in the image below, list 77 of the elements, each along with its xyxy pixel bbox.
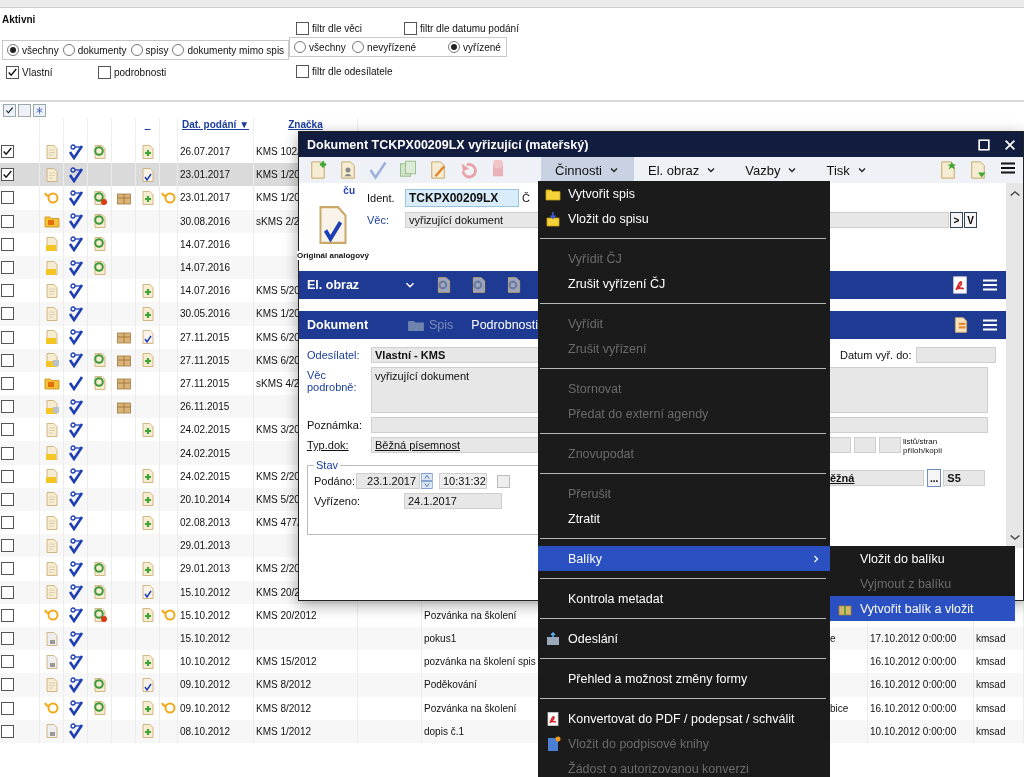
table-cell-text: pozvánka na školení spis [423, 656, 536, 668]
checkbox-label: filtr dle datumu podání [420, 23, 519, 34]
table-cell-text: 29.01.2013 [179, 563, 231, 575]
table-cell-text: KMS 15/2012 [255, 656, 317, 668]
field-label: Věc: [367, 214, 390, 226]
table-cell-text: 27.11.2015 [179, 377, 230, 389]
table-cell-text: 23.01.2017 [179, 169, 231, 181]
table-cell-text: 29.01.2013 [179, 540, 231, 552]
radio-label: dokumenty [77, 44, 127, 56]
table-cell-text: kmsad [975, 679, 1006, 691]
table-cell-text: 08.10.2012 [179, 725, 231, 737]
table-cell-text: 15.10.2012 [179, 633, 231, 645]
table-cell-text: 24.02.2015 [179, 470, 231, 482]
table-cell-text: 24.02.2015 [179, 447, 231, 459]
checkbox-label: podrobnosti [114, 67, 167, 78]
table-cell-text: 16.10.2012 0:00:00 [869, 702, 957, 714]
table-cell-text: 14.07.2016 [179, 238, 231, 250]
field-label: Věc podrobně: [307, 368, 358, 393]
table-cell-text: 27.11.2015 [179, 354, 230, 366]
field-label: Odesílatel: [307, 348, 361, 361]
table-cell-text: 14.07.2016 [179, 285, 231, 297]
table-cell-text: 16.10.2012 0:00:00 [869, 679, 957, 691]
radio-label: vyřízené [463, 41, 501, 53]
field-label: Č [522, 192, 530, 204]
table-cell-text: 27.11.2015 [179, 331, 230, 343]
field-label: Poznámka: [307, 418, 364, 431]
count-label: listů/stran příloh/kopií [903, 437, 943, 455]
table-cell-text: Pozvánka na školení [423, 702, 517, 714]
radio-label: všechny [22, 44, 59, 56]
table-cell-text: Pozvánka na školení [423, 609, 517, 621]
table-cell-text: 15.10.2012 [179, 609, 231, 621]
window-title: Dokument TCKPX00209LX vyřizující (mateřský) [307, 137, 590, 152]
table-cell-text: kmsad [975, 725, 1006, 737]
table-cell-text: kmsad [975, 702, 1006, 714]
table-cell-text: 09.10.2012 [179, 702, 231, 714]
checkbox-label: filtr dle odesílatele [312, 66, 393, 77]
section-title: Dokument [307, 318, 370, 332]
table-cell-text: 10.10.2012 0:00:00 [869, 725, 957, 737]
table-cell-text: 20.10.2014 [179, 493, 231, 505]
table-cell-text: 10.10.2012 [179, 656, 231, 668]
checkbox-label: Vlastní [22, 67, 53, 78]
filter-title: Aktivni [2, 14, 37, 25]
table-cell-text: 09.10.2012 [179, 679, 231, 691]
table-cell-text: kmsad [975, 633, 1006, 645]
table-cell-text: 26.07.2017 [179, 146, 231, 158]
table-cell-text: 30.08.2016 [179, 215, 231, 227]
table-cell-text: bice [829, 702, 849, 714]
radio-label: dokumenty mimo spis [187, 44, 285, 56]
table-cell-text: 26.11.2015 [179, 401, 230, 413]
table-cell-text: 16.10.2012 0:00:00 [869, 656, 957, 668]
field-label: Typ.dok: [307, 438, 350, 451]
radio-label: spisy [145, 44, 169, 56]
table-cell-text: 17.10.2012 0:00:00 [869, 633, 957, 645]
group-title: Stav [315, 459, 339, 471]
section-title: El. obraz [307, 278, 361, 292]
field-label: Datum vyř. do: [840, 348, 912, 361]
table-cell-text: 23.01.2017 [179, 192, 231, 204]
radio-label: nevyřízené [367, 41, 417, 53]
table-cell-text: 02.08.2013 [179, 517, 231, 529]
table-cell-text: 15.10.2012 [179, 586, 231, 598]
table-cell-text: dopis č.1 [423, 725, 465, 737]
field-label: Podáno: [314, 475, 356, 487]
table-cell-text: 14.07.2016 [179, 262, 231, 274]
field-label: Ident. [367, 192, 396, 204]
table-cell-text: KMS 8/2012 [255, 702, 312, 714]
table-cell-text: 30.05.2016 [179, 308, 231, 320]
table-cell-text: KMS 1/2012 [255, 725, 312, 737]
table-cell-text: 24.02.2015 [179, 424, 231, 436]
checkbox-label: filtr dle věci [312, 23, 362, 34]
table-cell-text: pokus1 [423, 633, 457, 645]
radio-label: všechny [309, 41, 346, 53]
table-cell-text: Poděkování [423, 679, 477, 691]
table-cell-text: KMS 8/2012 [255, 679, 312, 691]
icon-caption: Originál analogový [297, 251, 369, 260]
table-cell-text: KMS 20/2012 [255, 609, 317, 621]
table-cell-text: e [829, 633, 836, 645]
table-cell-text: kmsad [975, 656, 1006, 668]
